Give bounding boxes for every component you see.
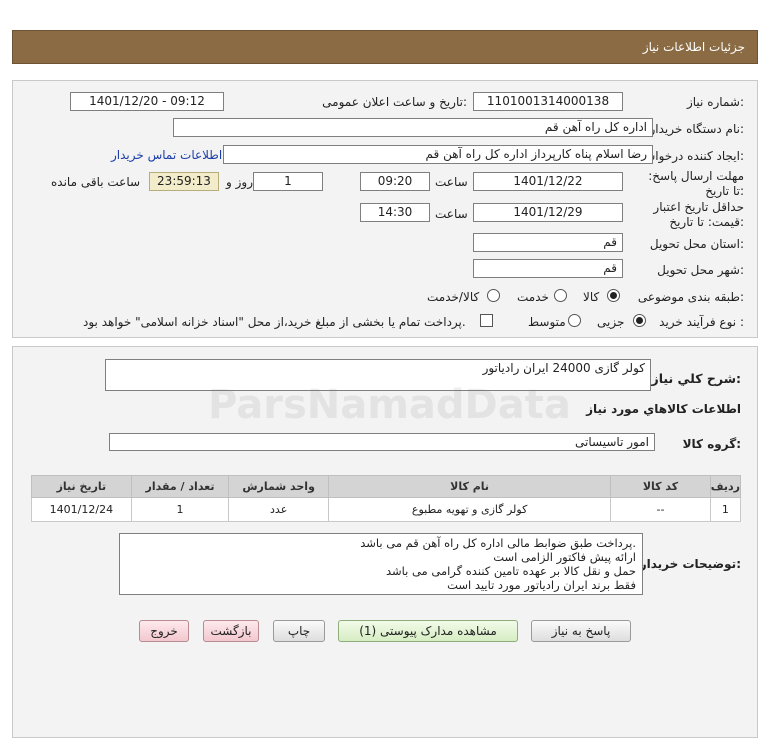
buyer-org-field: اداره کل راه آهن قم	[173, 118, 653, 137]
cell-unit: عدد	[228, 497, 329, 522]
table-row: 1401/12/24 1 عدد کولر گازی و تهویه مطبوع…	[31, 497, 742, 522]
need-info-panel: شماره نیاز: 1101001314000138 تاریخ و ساع…	[12, 80, 758, 338]
page-header: جزئیات اطلاعات نیاز	[12, 30, 758, 64]
cell-quantity: 1	[130, 497, 230, 522]
print-button[interactable]: چاپ	[273, 620, 325, 642]
category-goods-radio[interactable]	[607, 289, 620, 302]
need-number-field: 1101001314000138	[473, 92, 623, 111]
process-minor-radio[interactable]	[633, 314, 646, 327]
buyer-notes-box: پرداخت طبق ضوابط مالی اداره کل راه آهن ق…	[119, 533, 643, 595]
col-unit: واحد شمارش	[228, 475, 329, 498]
price-validity-label: حداقل تاریخ اعتبار قیمت: تا تاریخ:	[653, 200, 744, 229]
buyer-note-line: ارائه پیش فاکتور الزامی است	[493, 550, 636, 564]
col-quantity: تعداد / مقدار	[130, 475, 230, 498]
announce-datetime-field: 1401/12/20 - 09:12	[70, 92, 224, 111]
reply-time-field: 09:20	[360, 172, 430, 191]
category-service-label: خدمت	[517, 290, 549, 304]
validity-date-field: 1401/12/29	[473, 203, 623, 222]
process-medium-label: متوسط	[528, 315, 566, 329]
items-table: تاریخ نیاز تعداد / مقدار واحد شمارش نام …	[31, 475, 742, 522]
goods-group-label: گروه کالا:	[682, 437, 741, 451]
page-title: جزئیات اطلاعات نیاز	[642, 40, 745, 54]
delivery-city-field: قم	[473, 259, 623, 278]
col-row-number: ردیف	[709, 475, 742, 498]
category-service-radio[interactable]	[554, 289, 567, 302]
buyer-org-label: نام دستگاه خریدار:	[649, 122, 745, 136]
reply-button[interactable]: پاسخ به نیاز	[531, 620, 631, 642]
category-goods-label: کالا	[583, 290, 600, 304]
reply-deadline-label: مهلت ارسال پاسخ: تا تاریخ:	[648, 169, 744, 198]
cell-need-date: 1401/12/24	[31, 497, 132, 522]
remaining-time-label: ساعت باقی مانده	[51, 175, 141, 189]
items-table-header: تاریخ نیاز تعداد / مقدار واحد شمارش نام …	[31, 475, 742, 498]
category-both-label: کالا/خدمت	[427, 290, 480, 304]
buyer-note-line: حمل و نقل کالا بر عهده تامین کننده گرامی…	[385, 564, 636, 578]
reply-date-field: 1401/12/22	[473, 172, 623, 191]
process-medium-radio[interactable]	[568, 314, 581, 327]
view-attachments-button[interactable]: مشاهده مدارک پیوستی (1)	[338, 620, 518, 642]
process-minor-label: جزیی	[597, 315, 625, 329]
buyer-contact-link[interactable]: اطلاعات تماس خریدار	[111, 148, 222, 162]
col-item-name: نام کالا	[327, 475, 612, 498]
treasury-payment-checkbox[interactable]	[480, 314, 493, 327]
announce-datetime-label: تاریخ و ساعت اعلان عمومی:	[322, 95, 467, 109]
col-need-date: تاریخ نیاز	[31, 475, 132, 498]
cell-item-name: کولر گازی و تهویه مطبوع	[327, 497, 612, 522]
delivery-province-field: قم	[473, 233, 623, 252]
buyer-notes-label: توضیحات خریدار:	[639, 557, 741, 571]
items-heading: اطلاعات کالاهاي مورد نياز	[586, 402, 741, 416]
validity-time-label: ساعت	[435, 207, 468, 221]
reply-days-label: روز و	[226, 175, 253, 189]
summary-label: شرح کلي نياز:	[651, 371, 742, 386]
category-label: طبقه بندی موضوعی:	[637, 290, 744, 304]
validity-time-field: 14:30	[360, 203, 430, 222]
remaining-time-field: 23:59:13	[149, 172, 219, 191]
buyer-note-line: پرداخت طبق ضوابط مالی اداره کل راه آهن ق…	[360, 536, 636, 550]
need-number-label: شماره نیاز:	[686, 95, 744, 109]
summary-field: کولر گازی 24000 ایران رادیاتور	[105, 359, 651, 391]
goods-group-field: امور تاسیساتی	[109, 433, 655, 451]
reply-time-label: ساعت	[435, 175, 468, 189]
cell-row-number: 1	[709, 497, 742, 522]
reply-days-field: 1	[253, 172, 323, 191]
requester-field: رضا اسلام پناه کارپرداز اداره کل راه آهن…	[223, 145, 653, 164]
need-details-panel: شرح کلي نياز: کولر گازی 24000 ایران رادی…	[12, 346, 758, 738]
treasury-payment-label: پرداخت تمام یا بخشی از مبلغ خرید،از محل …	[83, 315, 466, 329]
back-button[interactable]: بازگشت	[203, 620, 259, 642]
cell-item-code: --	[610, 497, 711, 522]
buyer-note-line: فقط برند ایران رادیاتور مورد تایید است	[447, 578, 636, 592]
delivery-city-label: شهر محل تحویل:	[657, 263, 744, 277]
col-item-code: کد کالا	[610, 475, 711, 498]
process-type-label: نوع فرآیند خرید :	[659, 315, 744, 329]
exit-button[interactable]: خروج	[139, 620, 189, 642]
delivery-province-label: استان محل تحویل:	[649, 237, 744, 251]
category-both-radio[interactable]	[487, 289, 500, 302]
